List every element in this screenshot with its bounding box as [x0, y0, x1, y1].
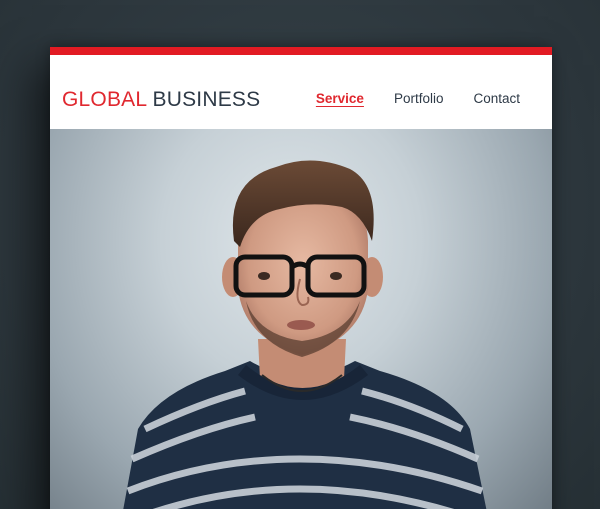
portrait-photo	[123, 160, 487, 509]
nav-item-portfolio[interactable]: Portfolio	[394, 91, 444, 106]
background-stage: GLOBAL BUSINESS Service Portfolio Contac…	[0, 0, 600, 509]
nav-item-service[interactable]: Service	[316, 91, 364, 106]
site-logo[interactable]: GLOBAL BUSINESS	[62, 88, 260, 112]
accent-top-bar	[50, 47, 552, 55]
site-header: GLOBAL BUSINESS Service Portfolio Contac…	[50, 55, 552, 129]
main-nav: Service Portfolio Contact	[316, 91, 520, 106]
nav-item-contact[interactable]: Contact	[473, 91, 520, 106]
logo-text-global: GLOBAL	[62, 88, 147, 111]
website-mockup: GLOBAL BUSINESS Service Portfolio Contac…	[50, 47, 552, 509]
hero-image	[50, 129, 552, 509]
logo-text-business: BUSINESS	[152, 88, 261, 111]
